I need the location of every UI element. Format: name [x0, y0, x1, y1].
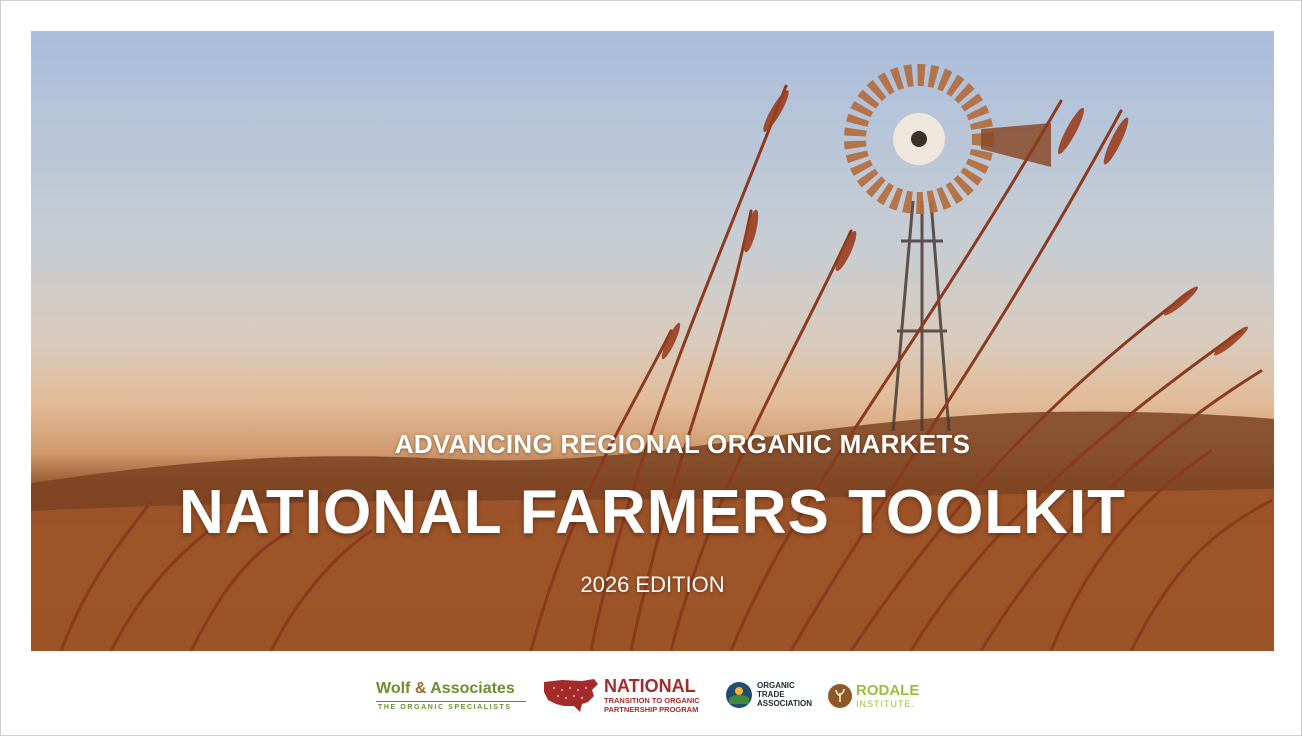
rodale-institute-logo: RODALE INSTITUTE.	[828, 672, 938, 720]
rodale-line1: RODALE	[856, 682, 920, 699]
wolf-amp: &	[414, 680, 427, 697]
wolf-associates-logo: Wolf & Associates THE ORGANIC SPECIALIST…	[376, 672, 536, 720]
wolf-name2: Associates	[430, 680, 515, 697]
rodale-seal-icon	[828, 684, 852, 708]
edition-text: 2026 EDITION	[580, 572, 725, 597]
usa-map-icon	[544, 679, 598, 712]
national-line1: TRANSITION TO ORGANIC	[604, 696, 700, 705]
ota-globe-icon	[726, 682, 752, 708]
logo-rule	[376, 701, 526, 702]
wolf-tagline: THE ORGANIC SPECIALISTS	[378, 704, 512, 711]
ota-line2: TRADE	[757, 690, 785, 699]
ota-line1: ORGANIC	[757, 681, 795, 690]
national-line2: PARTNERSHIP PROGRAM	[604, 705, 699, 714]
kicker-text: ADVANCING REGIONAL ORGANIC MARKETS	[394, 429, 971, 459]
partner-logos: Wolf & Associates THE ORGANIC SPECIALIST…	[370, 672, 940, 720]
ota-line3: ASSOCIATION	[757, 699, 812, 708]
rodale-line2: INSTITUTE.	[856, 699, 915, 709]
page-title: NATIONAL FARMERS TOOLKIT	[178, 478, 1127, 547]
national-transition-logo: NATIONAL TRANSITION TO ORGANIC PARTNERSH…	[542, 672, 717, 720]
national-heading: NATIONAL	[604, 676, 696, 696]
title-block: ADVANCING REGIONAL ORGANIC MARKETS NATIO…	[31, 31, 1274, 651]
organic-trade-association-logo: ORGANIC TRADE ASSOCIATION	[726, 672, 836, 720]
wolf-name: Wolf	[376, 680, 411, 697]
